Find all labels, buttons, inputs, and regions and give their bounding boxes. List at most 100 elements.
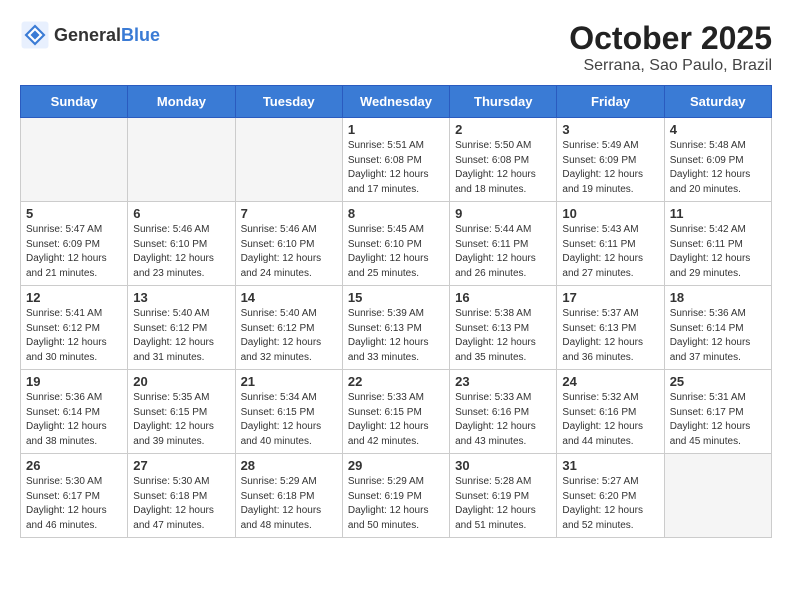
header-sunday: Sunday	[21, 86, 128, 118]
day-info: Sunrise: 5:33 AMSunset: 6:16 PMDaylight:…	[455, 391, 551, 449]
day-number: 3	[562, 122, 658, 137]
table-row: 18 Sunrise: 5:36 AMSunset: 6:14 PMDayligh…	[664, 286, 771, 370]
table-row: 6 Sunrise: 5:46 AMSunset: 6:10 PMDaylight…	[128, 202, 235, 286]
day-info: Sunrise: 5:42 AMSunset: 6:11 PMDaylight:…	[670, 223, 766, 281]
header-friday: Friday	[557, 86, 664, 118]
day-info: Sunrise: 5:31 AMSunset: 6:17 PMDaylight:…	[670, 391, 766, 449]
day-info: Sunrise: 5:36 AMSunset: 6:14 PMDaylight:…	[670, 307, 766, 365]
location-title: Serrana, Sao Paulo, Brazil	[569, 57, 772, 75]
table-row: 15 Sunrise: 5:39 AMSunset: 6:13 PMDayligh…	[342, 286, 449, 370]
day-number: 26	[26, 458, 122, 473]
page-header: GeneralBlue October 2025 Serrana, Sao Pa…	[20, 20, 772, 75]
table-row: 26 Sunrise: 5:30 AMSunset: 6:17 PMDayligh…	[21, 454, 128, 538]
table-row	[128, 118, 235, 202]
day-info: Sunrise: 5:46 AMSunset: 6:10 PMDaylight:…	[133, 223, 229, 281]
day-info: Sunrise: 5:37 AMSunset: 6:13 PMDaylight:…	[562, 307, 658, 365]
day-number: 24	[562, 374, 658, 389]
day-info: Sunrise: 5:36 AMSunset: 6:14 PMDaylight:…	[26, 391, 122, 449]
table-row: 25 Sunrise: 5:31 AMSunset: 6:17 PMDayligh…	[664, 370, 771, 454]
day-info: Sunrise: 5:30 AMSunset: 6:17 PMDaylight:…	[26, 475, 122, 533]
calendar: Sunday Monday Tuesday Wednesday Thursday…	[20, 85, 772, 538]
day-info: Sunrise: 5:29 AMSunset: 6:19 PMDaylight:…	[348, 475, 444, 533]
day-info: Sunrise: 5:40 AMSunset: 6:12 PMDaylight:…	[241, 307, 337, 365]
day-number: 19	[26, 374, 122, 389]
day-number: 20	[133, 374, 229, 389]
table-row: 13 Sunrise: 5:40 AMSunset: 6:12 PMDayligh…	[128, 286, 235, 370]
day-info: Sunrise: 5:35 AMSunset: 6:15 PMDaylight:…	[133, 391, 229, 449]
calendar-week-row: 19 Sunrise: 5:36 AMSunset: 6:14 PMDayligh…	[21, 370, 772, 454]
day-number: 29	[348, 458, 444, 473]
day-number: 10	[562, 206, 658, 221]
day-number: 11	[670, 206, 766, 221]
day-info: Sunrise: 5:27 AMSunset: 6:20 PMDaylight:…	[562, 475, 658, 533]
day-number: 4	[670, 122, 766, 137]
table-row: 2Sunrise: 5:50 AMSunset: 6:08 PMDaylight…	[450, 118, 557, 202]
month-title: October 2025	[569, 20, 772, 57]
day-number: 16	[455, 290, 551, 305]
day-info: Sunrise: 5:46 AMSunset: 6:10 PMDaylight:…	[241, 223, 337, 281]
table-row	[235, 118, 342, 202]
table-row: 23Sunrise: 5:33 AMSunset: 6:16 PMDayligh…	[450, 370, 557, 454]
table-row: 20 Sunrise: 5:35 AMSunset: 6:15 PMDayligh…	[128, 370, 235, 454]
header-wednesday: Wednesday	[342, 86, 449, 118]
day-info: Sunrise: 5:40 AMSunset: 6:12 PMDaylight:…	[133, 307, 229, 365]
table-row: 14 Sunrise: 5:40 AMSunset: 6:12 PMDayligh…	[235, 286, 342, 370]
table-row: 10Sunrise: 5:43 AMSunset: 6:11 PMDayligh…	[557, 202, 664, 286]
table-row: 17 Sunrise: 5:37 AMSunset: 6:13 PMDayligh…	[557, 286, 664, 370]
table-row	[664, 454, 771, 538]
day-info: Sunrise: 5:28 AMSunset: 6:19 PMDaylight:…	[455, 475, 551, 533]
day-number: 15	[348, 290, 444, 305]
header-thursday: Thursday	[450, 86, 557, 118]
day-number: 17	[562, 290, 658, 305]
table-row: 27Sunrise: 5:30 AMSunset: 6:18 PMDayligh…	[128, 454, 235, 538]
title-area: October 2025 Serrana, Sao Paulo, Brazil	[569, 20, 772, 75]
calendar-week-row: 12 Sunrise: 5:41 AMSunset: 6:12 PMDayligh…	[21, 286, 772, 370]
day-number: 12	[26, 290, 122, 305]
day-number: 8	[348, 206, 444, 221]
table-row: 5 Sunrise: 5:47 AMSunset: 6:09 PMDaylight…	[21, 202, 128, 286]
day-info: Sunrise: 5:29 AMSunset: 6:18 PMDaylight:…	[241, 475, 337, 533]
table-row	[21, 118, 128, 202]
day-number: 25	[670, 374, 766, 389]
day-number: 5	[26, 206, 122, 221]
day-number: 6	[133, 206, 229, 221]
day-number: 7	[241, 206, 337, 221]
table-row: 4 Sunrise: 5:48 AMSunset: 6:09 PMDaylight…	[664, 118, 771, 202]
day-info: Sunrise: 5:49 AMSunset: 6:09 PMDaylight:…	[562, 139, 658, 197]
day-info: Sunrise: 5:48 AMSunset: 6:09 PMDaylight:…	[670, 139, 766, 197]
day-number: 14	[241, 290, 337, 305]
table-row: 9 Sunrise: 5:44 AMSunset: 6:11 PMDaylight…	[450, 202, 557, 286]
logo-text: GeneralBlue	[54, 25, 160, 46]
header-saturday: Saturday	[664, 86, 771, 118]
day-info: Sunrise: 5:47 AMSunset: 6:09 PMDaylight:…	[26, 223, 122, 281]
day-number: 27	[133, 458, 229, 473]
calendar-week-row: 26 Sunrise: 5:30 AMSunset: 6:17 PMDayligh…	[21, 454, 772, 538]
table-row: 12 Sunrise: 5:41 AMSunset: 6:12 PMDayligh…	[21, 286, 128, 370]
day-number: 30	[455, 458, 551, 473]
day-info: Sunrise: 5:38 AMSunset: 6:13 PMDaylight:…	[455, 307, 551, 365]
calendar-week-row: 1Sunrise: 5:51 AMSunset: 6:08 PMDaylight…	[21, 118, 772, 202]
table-row: 30 Sunrise: 5:28 AMSunset: 6:19 PMDayligh…	[450, 454, 557, 538]
day-number: 22	[348, 374, 444, 389]
day-number: 18	[670, 290, 766, 305]
table-row: 11 Sunrise: 5:42 AMSunset: 6:11 PMDayligh…	[664, 202, 771, 286]
table-row: 7 Sunrise: 5:46 AMSunset: 6:10 PMDaylight…	[235, 202, 342, 286]
day-info: Sunrise: 5:44 AMSunset: 6:11 PMDaylight:…	[455, 223, 551, 281]
day-number: 9	[455, 206, 551, 221]
table-row: 22Sunrise: 5:33 AMSunset: 6:15 PMDayligh…	[342, 370, 449, 454]
header-monday: Monday	[128, 86, 235, 118]
table-row: 3 Sunrise: 5:49 AMSunset: 6:09 PMDaylight…	[557, 118, 664, 202]
day-info: Sunrise: 5:34 AMSunset: 6:15 PMDaylight:…	[241, 391, 337, 449]
table-row: 1Sunrise: 5:51 AMSunset: 6:08 PMDaylight…	[342, 118, 449, 202]
day-number: 13	[133, 290, 229, 305]
day-number: 28	[241, 458, 337, 473]
header-tuesday: Tuesday	[235, 86, 342, 118]
day-info: Sunrise: 5:39 AMSunset: 6:13 PMDaylight:…	[348, 307, 444, 365]
day-number: 2	[455, 122, 551, 137]
table-row: 29 Sunrise: 5:29 AMSunset: 6:19 PMDayligh…	[342, 454, 449, 538]
table-row: 31Sunrise: 5:27 AMSunset: 6:20 PMDayligh…	[557, 454, 664, 538]
day-info: Sunrise: 5:41 AMSunset: 6:12 PMDaylight:…	[26, 307, 122, 365]
logo: GeneralBlue	[20, 20, 160, 50]
table-row: 16 Sunrise: 5:38 AMSunset: 6:13 PMDayligh…	[450, 286, 557, 370]
table-row: 24Sunrise: 5:32 AMSunset: 6:16 PMDayligh…	[557, 370, 664, 454]
